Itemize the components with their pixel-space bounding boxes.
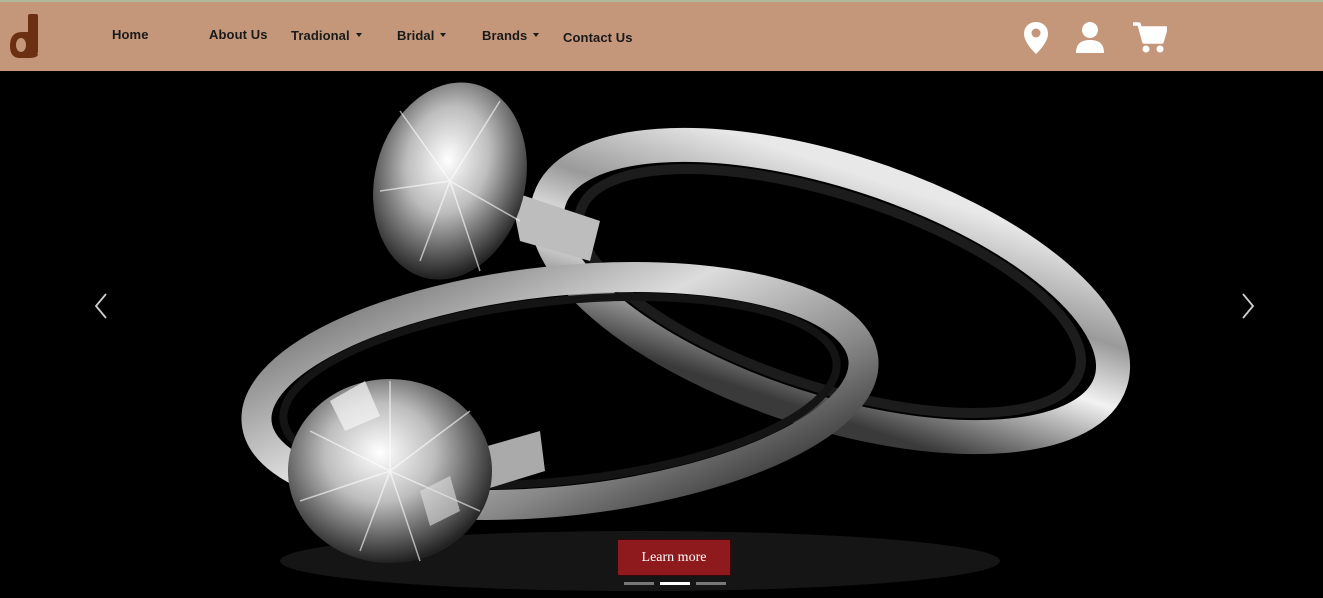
shopping-cart-icon[interactable]	[1133, 22, 1167, 54]
bottom-diamond	[288, 379, 492, 563]
nav-about-us[interactable]: About Us	[209, 27, 268, 42]
chevron-down-icon	[440, 32, 447, 37]
rings-hero-image	[241, 82, 1131, 591]
chevron-down-icon	[355, 32, 362, 37]
carousel-indicator-3[interactable]	[696, 582, 726, 585]
nav-brands-label: Brands	[482, 28, 528, 43]
nav-bridal-label: Bridal	[397, 28, 435, 43]
nav-tradional-label: Tradional	[291, 28, 350, 43]
hero-carousel: Learn more	[0, 71, 1323, 598]
brand-logo[interactable]	[8, 14, 42, 58]
nav-tradional[interactable]: Tradional	[291, 28, 362, 43]
location-pin-icon[interactable]	[1024, 22, 1048, 54]
carousel-indicator-2[interactable]	[660, 582, 690, 585]
learn-more-button[interactable]: Learn more	[617, 539, 731, 576]
top-diamond	[373, 82, 527, 280]
nav-brands[interactable]: Brands	[482, 28, 540, 43]
nav-home[interactable]: Home	[112, 27, 149, 42]
nav-bridal[interactable]: Bridal	[397, 28, 447, 43]
carousel-indicator-1[interactable]	[624, 582, 654, 585]
carousel-next-icon[interactable]	[1236, 291, 1260, 321]
nav-contact-us[interactable]: Contact Us	[563, 30, 633, 45]
carousel-prev-icon[interactable]	[89, 291, 113, 321]
chevron-down-icon	[533, 32, 540, 37]
user-icon[interactable]	[1076, 22, 1104, 53]
top-navbar: Home About Us Tradional Bridal Brands Co…	[0, 0, 1323, 71]
